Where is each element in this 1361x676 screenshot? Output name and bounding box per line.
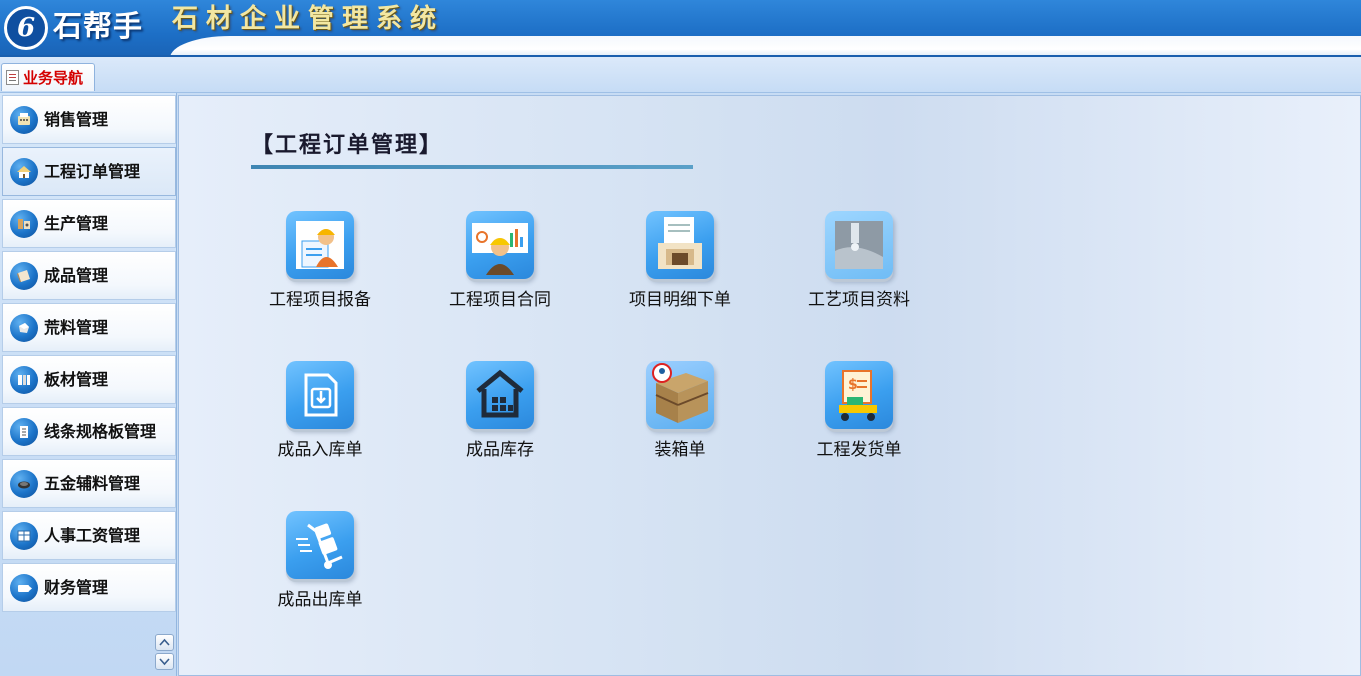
sidebar-item-finance[interactable]: 财务管理 [2,563,176,612]
tile-label: 成品出库单 [277,590,363,610]
detail-order-icon [646,211,714,279]
sidebar-item-slab[interactable]: 板材管理 [2,355,176,404]
section-title: 【工程订单管理】 [251,132,444,158]
chevron-down-icon [159,658,170,666]
app-header: 6 石帮手 石材企业管理系统 [0,0,1361,57]
tile-label: 项目明细下单 [629,290,731,310]
sidebar-item-label: 荒料管理 [44,317,109,337]
section-divider [251,165,693,169]
sidebar-item-label: 人事工资管理 [44,525,141,545]
production-icon [10,209,38,238]
tile-label: 成品库存 [466,440,534,460]
tile-packing[interactable]: 装箱单 [600,361,760,479]
tab-label: 业务导航 [23,68,84,87]
system-title: 石材企业管理系统 [172,4,445,34]
logo-icon: 6 [4,6,48,50]
project-report-icon [286,211,354,279]
sidebar-item-label: 销售管理 [44,109,109,129]
scroll-down-button[interactable] [155,653,174,670]
raw-block-icon [10,313,38,342]
chevron-up-icon [159,638,170,646]
app-window: 6 石帮手 石材企业管理系统 业务导航 销售管理 工程订单管理 生产管理 成品管… [0,0,1361,676]
sidebar-item-raw-block[interactable]: 荒料管理 [2,303,176,352]
tile-inbound[interactable]: 成品入库单 [240,361,400,479]
tile-project-report[interactable]: 工程项目报备 [240,211,400,329]
sidebar-item-label: 成品管理 [44,265,109,285]
project-contract-icon [466,211,534,279]
sidebar-item-label: 板材管理 [44,369,109,389]
hr-icon [10,521,38,550]
delivery-icon: $ [825,361,893,429]
warehouse-icon [466,361,534,429]
sidebar: 销售管理 工程订单管理 生产管理 成品管理 荒料管理 板材管理 线条规格板管理 … [0,93,177,676]
project-order-icon [10,157,38,186]
slab-icon [10,365,38,394]
sidebar-item-production[interactable]: 生产管理 [2,199,176,248]
sidebar-item-hardware[interactable]: 五金辅料管理 [2,459,176,508]
sidebar-item-molding[interactable]: 线条规格板管理 [2,407,176,456]
sidebar-item-sales[interactable]: 销售管理 [2,95,176,144]
sales-icon [10,105,38,134]
tile-label: 工艺项目资料 [808,290,910,310]
brand-name: 石帮手 [53,9,144,43]
header-swoosh [170,36,1361,57]
finance-icon [10,573,38,602]
sidebar-item-label: 财务管理 [44,577,109,597]
tile-label: 装箱单 [654,440,706,460]
molding-icon [10,417,38,446]
tab-bar: 业务导航 [0,57,1361,93]
tile-label: 工程项目合同 [449,290,551,310]
tile-warehouse[interactable]: 成品库存 [420,361,580,479]
sidebar-item-project-order[interactable]: 工程订单管理 [2,147,176,196]
sidebar-item-label: 五金辅料管理 [44,473,141,493]
tab-business-nav[interactable]: 业务导航 [1,63,95,91]
process-data-icon [825,211,893,279]
tile-label: 成品入库单 [277,440,363,460]
svg-text:$: $ [848,377,858,393]
logo-glyph: 6 [16,13,36,43]
tile-delivery[interactable]: $ 工程发货单 [779,361,939,479]
main-panel: 【工程订单管理】 工程项目报备 工程项目合同 项目明细下单 工艺项目资料 成品入… [178,95,1361,676]
tile-label: 工程项目报备 [269,290,371,310]
tile-label: 工程发货单 [816,440,902,460]
sidebar-item-hr[interactable]: 人事工资管理 [2,511,176,560]
packing-icon [646,361,714,429]
sidebar-item-label: 生产管理 [44,213,109,233]
finished-goods-icon [10,261,38,290]
outbound-icon [286,511,354,579]
hardware-icon [10,469,38,498]
sidebar-item-label: 工程订单管理 [44,161,141,181]
tile-detail-order[interactable]: 项目明细下单 [600,211,760,329]
sidebar-item-label: 线条规格板管理 [44,421,157,441]
tile-project-contract[interactable]: 工程项目合同 [420,211,580,329]
sidebar-item-finished-goods[interactable]: 成品管理 [2,251,176,300]
scroll-up-button[interactable] [155,634,174,651]
inbound-icon [286,361,354,429]
tile-process-data[interactable]: 工艺项目资料 [779,211,939,329]
notepad-icon [6,70,19,85]
tile-outbound[interactable]: 成品出库单 [240,511,400,629]
